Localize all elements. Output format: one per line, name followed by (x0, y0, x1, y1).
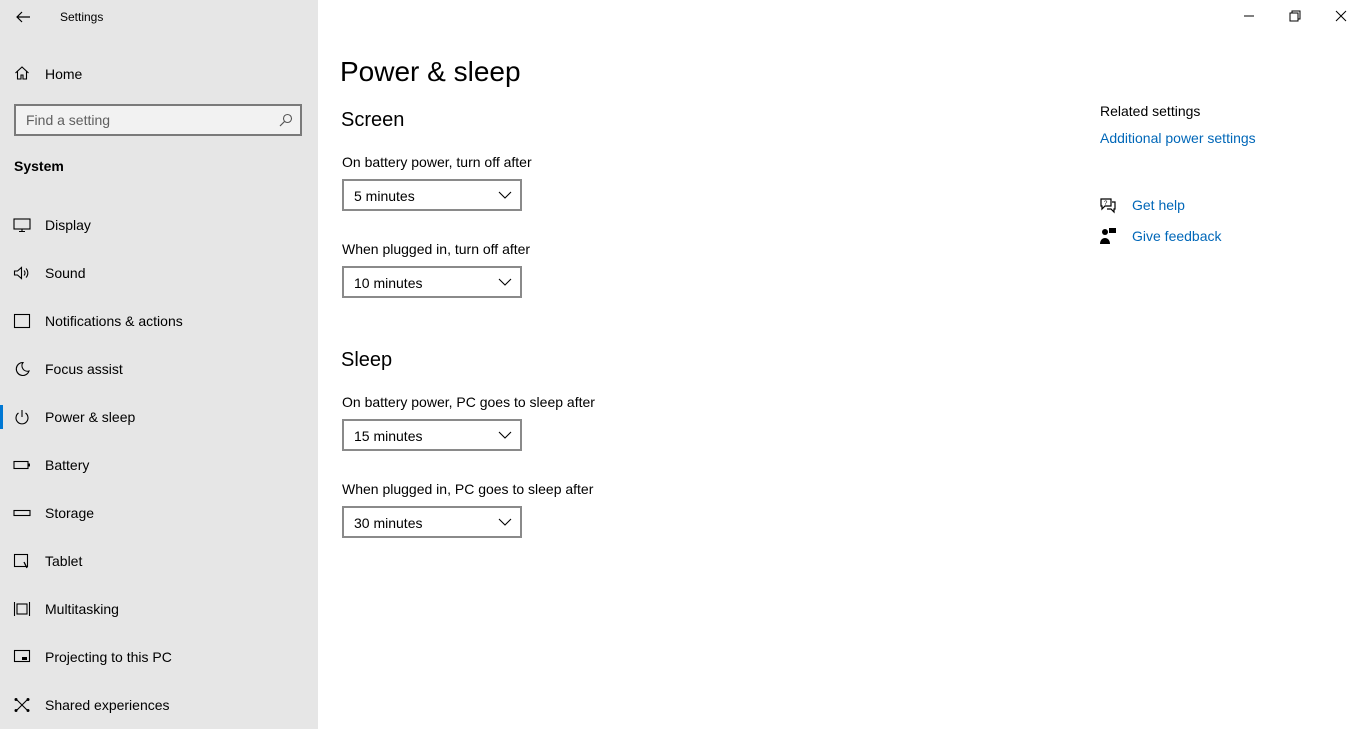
sleep-plugged-label: When plugged in, PC goes to sleep after (342, 481, 594, 497)
back-arrow-icon (16, 11, 30, 23)
screen-battery-dropdown[interactable]: 5 minutes (342, 179, 522, 211)
sidebar-item-storage[interactable]: Storage (0, 493, 318, 533)
battery-icon (13, 460, 30, 470)
chevron-down-icon (498, 278, 512, 286)
notification-icon (13, 313, 31, 329)
sidebar-item-label: Shared experiences (45, 697, 170, 713)
close-button[interactable] (1318, 0, 1364, 32)
dropdown-value: 30 minutes (354, 515, 423, 531)
screen-battery-label: On battery power, turn off after (342, 154, 532, 170)
related-settings-title: Related settings (1100, 103, 1201, 119)
sidebar-item-display[interactable]: Display (0, 205, 318, 245)
sidebar-item-power-sleep[interactable]: Power & sleep (0, 397, 318, 437)
help-chat-icon: ? (1100, 198, 1116, 214)
sleep-battery-dropdown[interactable]: 15 minutes (342, 419, 522, 451)
sidebar-item-label: Projecting to this PC (45, 649, 172, 665)
sidebar-item-label: Notifications & actions (45, 313, 183, 329)
restore-icon (1289, 10, 1301, 22)
sleep-plugged-dropdown[interactable]: 30 minutes (342, 506, 522, 538)
search-box (14, 104, 302, 136)
monitor-icon (13, 218, 31, 233)
sidebar-item-label: Sound (45, 265, 86, 281)
tablet-icon (13, 553, 29, 569)
speaker-icon (13, 266, 29, 280)
sidebar-item-label: Tablet (45, 553, 83, 569)
minimize-button[interactable] (1226, 0, 1272, 32)
search-input[interactable] (16, 106, 300, 134)
power-icon (15, 410, 29, 425)
close-icon (1335, 10, 1347, 22)
sleep-section-title: Sleep (341, 349, 393, 371)
home-icon (15, 66, 29, 80)
back-button[interactable] (12, 6, 34, 28)
chevron-down-icon (498, 431, 512, 439)
sidebar-item-label: Multitasking (45, 601, 119, 617)
screen-plugged-dropdown[interactable]: 10 minutes (342, 266, 522, 298)
sidebar-item-label: Display (45, 217, 91, 233)
projector-icon (13, 649, 31, 663)
section-title: System (14, 158, 64, 174)
chevron-down-icon (498, 518, 512, 526)
dropdown-value: 15 minutes (354, 428, 423, 444)
sidebar-item-home[interactable]: Home (0, 57, 318, 89)
sidebar-item-label: Storage (45, 505, 95, 521)
moon-icon (15, 361, 30, 377)
sidebar-item-sound[interactable]: Sound (0, 253, 318, 293)
app-title: Settings (60, 10, 104, 24)
shared-icon (14, 698, 30, 712)
multitasking-icon (13, 602, 31, 616)
sidebar-item-shared-experiences[interactable]: Shared experiences (0, 685, 318, 725)
sidebar-item-projecting[interactable]: Projecting to this PC (0, 637, 318, 677)
dropdown-value: 10 minutes (354, 275, 423, 291)
give-feedback-link[interactable]: Give feedback (1132, 228, 1222, 244)
sidebar-item-label: Focus assist (45, 361, 123, 377)
storage-icon (13, 509, 31, 517)
sleep-battery-label: On battery power, PC goes to sleep after (342, 394, 595, 410)
sidebar-item-label: Power & sleep (45, 409, 136, 425)
restore-button[interactable] (1272, 0, 1318, 32)
screen-section-title: Screen (341, 109, 405, 131)
sidebar-item-multitasking[interactable]: Multitasking (0, 589, 318, 629)
sidebar: Settings Home System Display Sound Notif… (0, 0, 318, 729)
additional-power-settings-link[interactable]: Additional power settings (1100, 130, 1256, 146)
sidebar-item-battery[interactable]: Battery (0, 445, 318, 485)
search-icon[interactable] (279, 113, 293, 127)
page-title: Power & sleep (340, 56, 521, 87)
dropdown-value: 5 minutes (354, 188, 415, 204)
sidebar-item-notifications[interactable]: Notifications & actions (0, 301, 318, 341)
sidebar-item-tablet[interactable]: Tablet (0, 541, 318, 581)
sidebar-item-label: Battery (45, 457, 90, 473)
chevron-down-icon (498, 191, 512, 199)
minimize-icon (1244, 15, 1254, 17)
get-help-link[interactable]: Get help (1132, 197, 1185, 213)
screen-plugged-label: When plugged in, turn off after (342, 241, 531, 257)
sidebar-item-focus-assist[interactable]: Focus assist (0, 349, 318, 389)
sidebar-item-label: Home (45, 66, 83, 82)
feedback-icon (1100, 228, 1116, 244)
